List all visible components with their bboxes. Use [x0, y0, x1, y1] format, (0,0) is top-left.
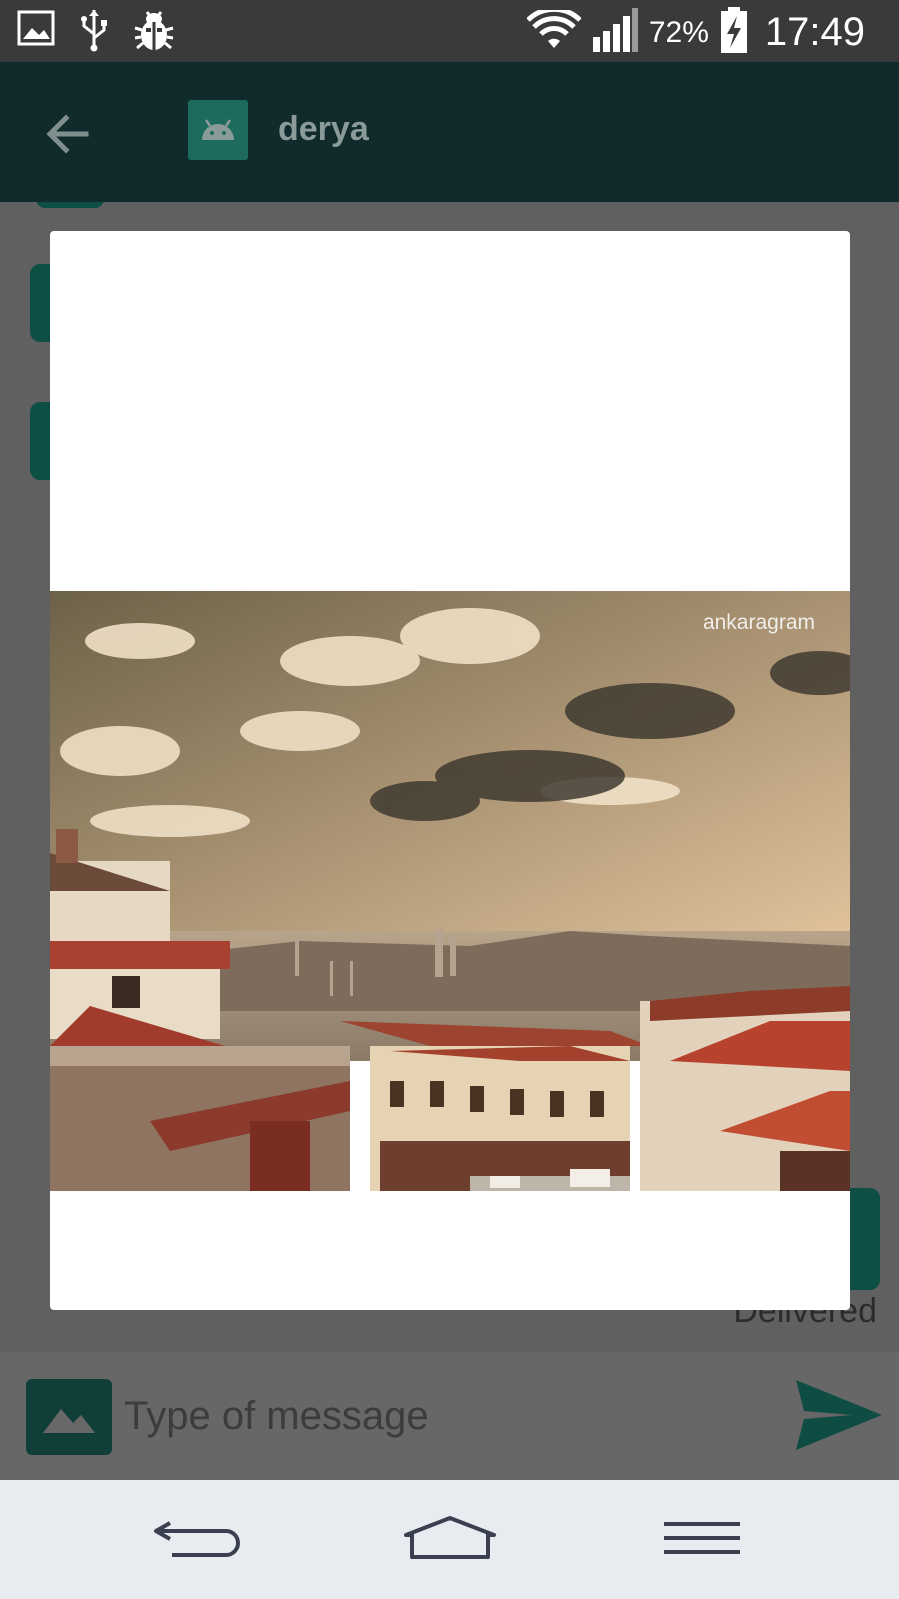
- signal-icon: [591, 7, 639, 58]
- clock: 17:49: [764, 10, 865, 54]
- image-preview-dialog: ankaragram: [50, 231, 850, 1310]
- android-icon: [198, 114, 238, 146]
- send-button[interactable]: [794, 1378, 884, 1456]
- send-icon: [794, 1380, 884, 1456]
- wifi-icon: [526, 6, 582, 55]
- message-input[interactable]: [124, 1388, 744, 1444]
- gallery-icon: [16, 8, 56, 56]
- avatar[interactable]: [188, 100, 248, 160]
- image-watermark: ankaragram: [703, 611, 815, 634]
- back-icon: [152, 1515, 244, 1565]
- preview-image[interactable]: ankaragram: [50, 591, 850, 1191]
- nav-home-button[interactable]: [390, 1500, 510, 1580]
- chat-app-bar: [0, 62, 899, 202]
- attach-image-button[interactable]: [26, 1379, 112, 1455]
- home-icon: [402, 1515, 498, 1565]
- usb-icon: [78, 8, 110, 56]
- battery-charging-icon: [719, 6, 749, 59]
- contact-name: derya: [278, 110, 369, 148]
- menu-icon: [662, 1518, 742, 1562]
- arrow-left-icon: [46, 114, 90, 160]
- debug-bug-icon: [132, 8, 176, 56]
- battery-percent: 72%: [648, 15, 709, 49]
- back-button[interactable]: [46, 112, 90, 160]
- image-icon: [41, 1395, 97, 1439]
- status-bar: 72% 17:49: [0, 0, 899, 62]
- nav-menu-button[interactable]: [642, 1500, 762, 1580]
- message-avatar: [36, 202, 104, 208]
- nav-back-button[interactable]: [138, 1500, 258, 1580]
